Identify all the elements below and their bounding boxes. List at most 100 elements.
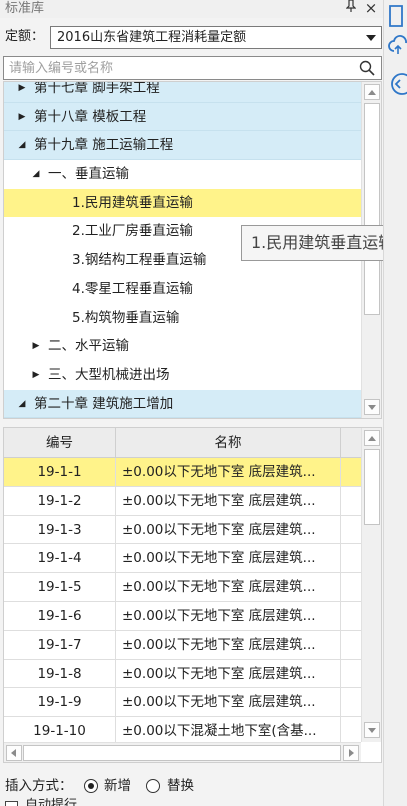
cell-code: 19-1-6 [4,601,116,630]
radio-add-label[interactable]: 新增 [104,774,131,798]
expanded-triangle-icon[interactable]: ◢ [16,390,28,418]
tree-node-label: 1.民用建筑垂直运输 [72,194,193,211]
search-box [3,56,382,80]
auto-option-checkbox[interactable] [5,801,18,806]
column-header-code[interactable]: 编号 [4,428,116,458]
cell-code: 19-1-8 [4,659,116,688]
cell-code: 19-1-5 [4,573,116,602]
cell-code: 19-1-1 [4,458,116,486]
tree-node[interactable]: 4.零星工程垂直运输 [4,275,361,304]
tree-node-label: 第十八章 模板工程 [34,108,147,125]
arrow-left-circle-icon[interactable] [388,72,407,98]
search-input[interactable] [9,59,349,77]
tree-node-label: 第十七章 脚手架工程 [34,81,160,96]
column-header-name[interactable]: 名称 [116,428,341,458]
quota-select[interactable]: 2016山东省建筑工程消耗量定额 [50,26,382,49]
tree-node[interactable]: ▶ 第十八章 模板工程 [4,102,361,132]
tree-node[interactable]: ◢ 一、垂直运输 [4,160,361,189]
table-row[interactable]: 19-1-9 ±0.00以下无地下室 底层建筑... [4,688,361,718]
radio-add[interactable] [84,779,98,793]
cloud-icon[interactable] [388,34,407,60]
expanded-triangle-icon[interactable]: ◢ [30,160,42,189]
scroll-right-icon[interactable] [343,745,359,761]
panel-title: 标准库 [5,1,45,16]
tree-node[interactable]: ▶ 二、水平运输 [4,332,361,361]
tree-node[interactable]: ◢ 第十九章 施工运输工程 [4,131,361,161]
tree-node-label: 二、水平运输 [48,338,129,355]
tree-node[interactable]: ◢ 第二十章 建筑施工增加 [4,389,361,418]
right-toolstrip [383,0,407,806]
cell-name: ±0.00以下混凝土地下室(含基... [116,717,341,746]
expanded-triangle-icon[interactable]: ◢ [16,131,28,160]
tree-node[interactable]: 5.构筑物垂直运输 [4,304,361,333]
page-icon[interactable] [388,4,407,30]
table-row[interactable]: 19-1-5 ±0.00以下无地下室 底层建筑... [4,573,361,602]
search-icon[interactable] [359,60,375,76]
scroll-up-icon[interactable] [364,430,380,446]
tree-node-label: 三、大型机械进出场 [48,366,170,383]
tree-node-label: 第十九章 施工运输工程 [34,137,174,154]
cell-code: 19-1-10 [4,717,116,746]
cell-name: ±0.00以下无地下室 底层建筑... [116,688,341,717]
collapsed-triangle-icon[interactable]: ▶ [30,332,42,361]
tree-node-label: 3.钢结构工程垂直运输 [72,252,207,269]
cell-name: ±0.00以下无地下室 底层建筑... [116,458,341,486]
cell-name: ±0.00以下无地下室 底层建筑... [116,659,341,688]
tree-node-label: 2.工业厂房垂直运输 [72,223,193,240]
scroll-down-icon[interactable] [364,722,380,738]
quota-row: 定额： 2016山东省建筑工程消耗量定额 [0,24,383,50]
insert-mode-row: 插入方式： 新增 替换 [0,774,383,798]
table-row[interactable]: 19-1-7 ±0.00以下无地下室 底层建筑... [4,630,361,660]
grid-header: 编号 名称 [4,428,361,458]
auto-option-checkbox-row: 自动提行 [5,798,105,806]
cell-name: ±0.00以下无地下室 底层建筑... [116,630,341,659]
tree-node-label: 4.零星工程垂直运输 [72,280,193,297]
quota-grid: 编号 名称 19-1-1 ±0.00以下无地下室 底层建筑... 19-1-2 ±0.… [3,427,382,763]
scroll-left-icon[interactable] [6,745,22,761]
tree-scroll-thumb[interactable] [364,103,380,315]
tree-node[interactable]: ▶ 第十七章 脚手架工程 [4,81,361,103]
quota-select-value: 2016山东省建筑工程消耗量定额 [57,30,247,45]
cell-code: 19-1-4 [4,544,116,573]
table-row[interactable]: 19-1-1 ±0.00以下无地下室 底层建筑... [4,458,361,487]
quota-label: 定额： [5,29,45,44]
collapsed-triangle-icon[interactable]: ▶ [16,103,28,132]
standard-library-panel: 标准库 × 定额： 2016山东省建筑工程消耗量定额 ▶ 第十七章 脚手架工程 ▶ 第… [0,0,383,806]
close-icon[interactable]: × [363,0,379,17]
insert-mode-label: 插入方式： [5,778,73,794]
auto-option-label[interactable]: 自动提行 [25,797,77,806]
table-row[interactable]: 19-1-2 ±0.00以下无地下室 底层建筑... [4,486,361,516]
table-row[interactable]: 19-1-8 ±0.00以下无地下室 底层建筑... [4,659,361,689]
grid-horizontal-scrollbar[interactable] [4,742,361,762]
cell-name: ±0.00以下无地下室 底层建筑... [116,486,341,515]
collapsed-triangle-icon[interactable]: ▶ [30,361,42,390]
grid-rows: 19-1-1 ±0.00以下无地下室 底层建筑... 19-1-2 ±0.00以下无地… [4,458,361,746]
table-row[interactable]: 19-1-6 ±0.00以下无地下室 底层建筑... [4,601,361,631]
radio-replace-label[interactable]: 替换 [167,774,194,798]
chevron-down-icon [366,35,376,41]
cell-code: 19-1-3 [4,515,116,544]
table-row[interactable]: 19-1-4 ±0.00以下无地下室 底层建筑... [4,544,361,574]
cell-name: ±0.00以下无地下室 底层建筑... [116,601,341,630]
cell-code: 19-1-9 [4,688,116,717]
pin-icon[interactable] [344,0,358,17]
collapsed-triangle-icon[interactable]: ▶ [16,82,28,103]
cell-name: ±0.00以下无地下室 底层建筑... [116,515,341,544]
table-row[interactable]: 19-1-3 ±0.00以下无地下室 底层建筑... [4,515,361,545]
cell-name: ±0.00以下无地下室 底层建筑... [116,544,341,573]
scroll-down-icon[interactable] [364,399,380,415]
tree-node-label: 第二十章 建筑施工增加 [34,395,174,412]
grid-scrollbar[interactable] [361,428,381,742]
panel-titlebar: 标准库 × [0,0,383,18]
tree-node-label: 5.构筑物垂直运输 [72,309,180,326]
tree-node[interactable]: 1.民用建筑垂直运输 [4,188,361,218]
tree-node-label: 一、垂直运输 [48,166,129,183]
cell-code: 19-1-7 [4,630,116,659]
grid-scroll-thumb[interactable] [364,449,380,525]
tree-node[interactable]: ▶ 三、大型机械进出场 [4,361,361,390]
cell-name: ±0.00以下无地下室 底层建筑... [116,573,341,602]
scroll-up-icon[interactable] [364,84,380,100]
grid-hscroll-thumb[interactable] [23,745,341,761]
radio-replace[interactable] [146,779,160,793]
cell-code: 19-1-2 [4,486,116,515]
